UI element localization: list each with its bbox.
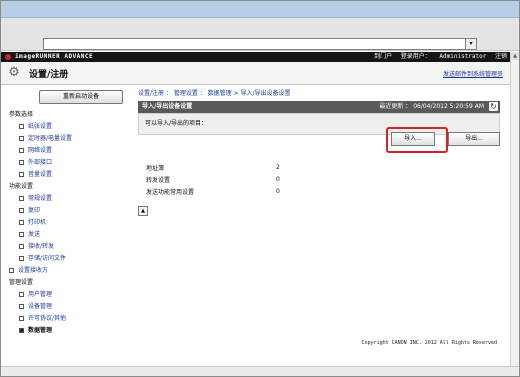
sidebar-item-label: 纸张设置 xyxy=(28,123,53,130)
copyright: Copyright CANON INC. 2012 All Rights Res… xyxy=(361,340,497,346)
sidebar-item-label: 音量设置 xyxy=(28,171,53,178)
sidebar-item-label: 外部接口 xyxy=(28,159,53,166)
sidebar-item-label: 打印机 xyxy=(28,219,47,226)
import-button[interactable]: 导入... xyxy=(391,132,435,146)
product-name: imageRUNNER ADVANCE xyxy=(15,53,94,60)
row-value: 0 xyxy=(276,175,280,183)
sidebar-nav: 参数选择 纸张设置 定时器/电量设置 网络设置 外部接口 音量设置 功能设置 常… xyxy=(9,109,134,337)
sidebar-group-management: 管理设置 xyxy=(9,279,34,286)
sidebar-item-label: 设备管理 xyxy=(28,303,53,310)
sidebar-item-label: 设置接收方 xyxy=(18,267,49,274)
bullet-icon xyxy=(19,208,24,213)
bullet-icon xyxy=(19,292,24,297)
page-title: 设置/注册 xyxy=(29,70,69,80)
sidebar-item-store-access[interactable]: 存储/访问文件 xyxy=(9,253,134,265)
panel-title: 导入/导出设备设置 xyxy=(142,103,193,110)
brand-bar: imageRUNNER ADVANCE 到门户 登录用户： Administra… xyxy=(1,52,511,62)
bullet-icon xyxy=(19,136,24,141)
logout-link[interactable]: 注销 xyxy=(495,53,507,60)
row-value: 0 xyxy=(276,187,280,195)
canon-logo-icon xyxy=(5,54,11,60)
row-label: 地址簿 xyxy=(146,164,165,172)
sidebar-item-timer[interactable]: 定时器/电量设置 xyxy=(9,133,134,145)
row-label: 发送功能常用设置 xyxy=(146,188,195,196)
bullet-icon xyxy=(19,244,24,249)
export-button[interactable]: 导出... xyxy=(448,132,500,146)
bullet-icon xyxy=(19,328,24,333)
bullet-icon xyxy=(19,196,24,201)
login-label: 登录用户： xyxy=(400,53,431,60)
sidebar-item-label: 用户管理 xyxy=(28,291,53,298)
bullet-icon xyxy=(19,256,24,261)
main-content: 设置/注册 ： 管理设置 ： 数据管理 > 导入/导出设备设置 导入/导出设备设… xyxy=(138,85,503,346)
portal-link[interactable]: 到门户 xyxy=(374,53,392,60)
question-label: 可以导入/导出的项目： xyxy=(145,120,208,127)
restart-device-button[interactable]: 重新启动设备 xyxy=(39,90,123,104)
sidebar-item-device-management[interactable]: 设备管理 xyxy=(9,301,134,313)
user-area: 到门户 登录用户： Administrator 注销 xyxy=(369,52,507,62)
last-updated: 最近更新 ： 06/04/2012 5:20:59 AM xyxy=(379,103,484,110)
email-admin-link[interactable]: 发送邮件到系统管理员 xyxy=(443,69,503,78)
sidebar-item-license[interactable]: 许可协议/其他 xyxy=(9,313,134,325)
bullet-icon xyxy=(19,304,24,309)
bullet-icon xyxy=(19,316,24,321)
sidebar-item-label: 许可协议/其他 xyxy=(28,315,67,322)
scroll-up-icon[interactable]: ▲ xyxy=(511,52,519,60)
sidebar-item-interface[interactable]: 外部接口 xyxy=(9,157,134,169)
title-bar xyxy=(1,1,519,18)
row-value: 2 xyxy=(276,163,280,171)
sidebar-item-network[interactable]: 网络设置 xyxy=(9,145,134,157)
status-bar xyxy=(1,366,519,376)
sidebar-item-receive[interactable]: 接收/转发 xyxy=(9,241,134,253)
bullet-icon xyxy=(19,172,24,177)
sidebar-group-preferences: 参数选择 xyxy=(9,111,34,118)
scrollbar[interactable]: ▲ ▼ xyxy=(510,52,519,374)
sidebar-item-common[interactable]: 常规设置 xyxy=(9,193,134,205)
sidebar-item-copy[interactable]: 复印 xyxy=(9,205,134,217)
sidebar-item-destination[interactable]: 设置接收方 xyxy=(9,265,134,277)
login-user: Administrator xyxy=(439,53,487,60)
address-bar[interactable]: ▾ xyxy=(43,38,477,50)
sidebar-item-label: 网络设置 xyxy=(28,147,53,154)
bullet-icon xyxy=(19,220,24,225)
row-label: 转发设置 xyxy=(146,176,171,184)
breadcrumb[interactable]: 设置/注册 ： 管理设置 ： 数据管理 > 导入/导出设备设置 xyxy=(138,88,291,97)
page-header: ⚙ 设置/注册 发送邮件到系统管理员 xyxy=(1,62,511,85)
sidebar-item-label: 存储/访问文件 xyxy=(28,255,67,262)
browser-window: ▾ imageRUNNER ADVANCE 到门户 登录用户： Administ… xyxy=(0,0,520,377)
bullet-icon xyxy=(9,268,14,273)
sidebar-item-label: 接收/转发 xyxy=(28,243,55,250)
bullet-icon xyxy=(19,160,24,165)
address-dropdown-icon[interactable]: ▾ xyxy=(465,39,476,49)
item-count-table: 地址簿 2 转发设置 0 发送功能常用设置 0 xyxy=(146,161,280,197)
sidebar-group-functions: 功能设置 xyxy=(9,183,34,190)
sidebar: 重新启动设备 参数选择 纸张设置 定时器/电量设置 网络设置 外部接口 音量设置… xyxy=(1,85,134,345)
table-row: 地址簿 2 xyxy=(146,161,280,173)
bullet-icon xyxy=(19,148,24,153)
table-row: 发送功能常用设置 0 xyxy=(146,185,280,197)
sidebar-item-paper[interactable]: 纸张设置 xyxy=(9,121,134,133)
sidebar-item-label: 定时器/电量设置 xyxy=(28,135,73,142)
sidebar-item-label: 发送 xyxy=(28,231,41,238)
sidebar-item-printer[interactable]: 打印机 xyxy=(9,217,134,229)
table-row: 转发设置 0 xyxy=(146,173,280,185)
panel-header: 导入/导出设备设置 最近更新 ： 06/04/2012 5:20:59 AM ↻ xyxy=(138,101,500,113)
sidebar-item-label: 数据管理 xyxy=(28,327,53,334)
sidebar-item-volume[interactable]: 音量设置 xyxy=(9,169,134,181)
sidebar-item-label: 复印 xyxy=(28,207,41,214)
refresh-icon[interactable]: ↻ xyxy=(489,102,498,111)
page-top-icon[interactable]: ▲ xyxy=(138,206,148,216)
bullet-icon xyxy=(19,124,24,129)
sidebar-item-send[interactable]: 发送 xyxy=(9,229,134,241)
sidebar-item-user-management[interactable]: 用户管理 xyxy=(9,289,134,301)
bullet-icon xyxy=(19,232,24,237)
sidebar-item-label: 常规设置 xyxy=(28,195,53,202)
gear-icon: ⚙ xyxy=(8,65,20,80)
sidebar-item-data-management[interactable]: 数据管理 xyxy=(9,325,134,337)
